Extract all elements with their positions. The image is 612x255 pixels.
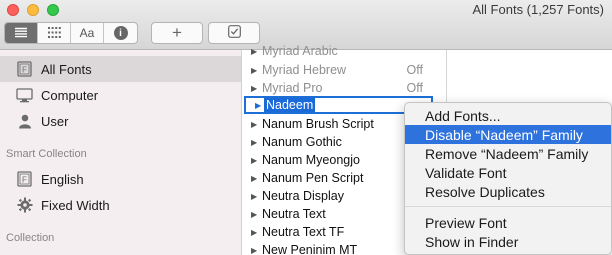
svg-text:F: F (22, 176, 27, 185)
sidebar: F All Fonts Computer User Smart Collecti… (0, 50, 242, 255)
disclosure-triangle-icon[interactable]: ▶ (251, 84, 262, 93)
smart-collection-heading: Smart Collection (6, 148, 87, 160)
info-icon: i (113, 26, 128, 40)
sidebar-item-all-fonts[interactable]: F All Fonts (0, 56, 241, 82)
font-state: Off (406, 63, 423, 77)
minimize-window-button[interactable] (27, 4, 39, 16)
disclosure-triangle-icon[interactable]: ▶ (251, 210, 262, 219)
menu-item-remove-family[interactable]: Remove “Nadeem” Family (405, 144, 611, 163)
menu-item-disable-family[interactable]: Disable “Nadeem” Family (405, 125, 611, 144)
svg-text:F: F (22, 66, 27, 75)
list-item[interactable]: ▶ Myriad Arabic (242, 42, 434, 60)
sidebar-item-computer[interactable]: Computer (0, 82, 241, 108)
list-view-icon (14, 26, 28, 41)
menu-item-preview-font[interactable]: Preview Font (405, 213, 611, 232)
list-item[interactable]: ▶ Myriad Pro Off (242, 79, 434, 97)
menu-item-add-fonts[interactable]: Add Fonts... (405, 106, 611, 125)
disclosure-triangle-icon[interactable]: ▶ (251, 246, 262, 255)
user-icon (16, 113, 33, 130)
sidebar-item-label: All Fonts (41, 61, 92, 77)
font-book-icon: F (16, 171, 33, 188)
info-button[interactable]: i (104, 23, 137, 43)
disclosure-triangle-icon[interactable]: ▶ (251, 156, 262, 165)
sample-view-button[interactable]: Aa (71, 23, 104, 43)
menu-item-show-in-finder[interactable]: Show in Finder (405, 232, 611, 251)
list-item[interactable]: ▶ Myriad Hebrew Off (242, 61, 434, 79)
context-menu: Add Fonts... Disable “Nadeem” Family Rem… (404, 102, 612, 255)
list-view-button[interactable] (5, 23, 38, 43)
checkbox-icon (227, 25, 241, 41)
menu-separator (405, 206, 611, 207)
menu-item-resolve-duplicates[interactable]: Resolve Duplicates (405, 182, 611, 201)
menu-item-validate-font[interactable]: Validate Font (405, 163, 611, 182)
disclosure-triangle-icon[interactable]: ▶ (251, 47, 262, 56)
sidebar-item-label: English (41, 171, 84, 187)
grid-view-button[interactable] (38, 23, 71, 43)
zoom-window-button[interactable] (47, 4, 59, 16)
view-mode-segmented-control: Aa i (4, 22, 138, 44)
sidebar-item-label: Computer (41, 87, 99, 103)
collection-heading: Collection (6, 232, 55, 244)
sidebar-item-english[interactable]: F English (0, 166, 241, 192)
sidebar-item-label: Fixed Width (41, 197, 110, 213)
font-sample-icon: Aa (79, 26, 95, 40)
font-book-icon: F (16, 61, 33, 78)
sidebar-item-user[interactable]: User (0, 108, 241, 134)
disclosure-triangle-icon[interactable]: ▶ (251, 66, 262, 75)
computer-icon (16, 87, 33, 104)
sidebar-item-label: User (41, 113, 69, 129)
window-title: All Fonts (1,257 Fonts) (472, 2, 605, 17)
font-state: Off (406, 81, 423, 95)
disclosure-triangle-icon[interactable]: ▶ (251, 192, 262, 201)
disclosure-triangle-icon[interactable]: ▶ (251, 174, 262, 183)
add-button[interactable]: + (151, 22, 203, 44)
disclosure-triangle-icon[interactable]: ▶ (251, 138, 262, 147)
grid-view-icon (47, 26, 61, 41)
disclosure-triangle-icon[interactable]: ▶ (251, 120, 262, 129)
sidebar-item-fixed-width[interactable]: Fixed Width (0, 192, 241, 218)
close-window-button[interactable] (7, 4, 19, 16)
gear-icon (16, 197, 33, 214)
disclosure-triangle-icon[interactable]: ▶ (251, 228, 262, 237)
plus-icon: + (172, 23, 182, 42)
validate-button[interactable] (208, 22, 260, 44)
